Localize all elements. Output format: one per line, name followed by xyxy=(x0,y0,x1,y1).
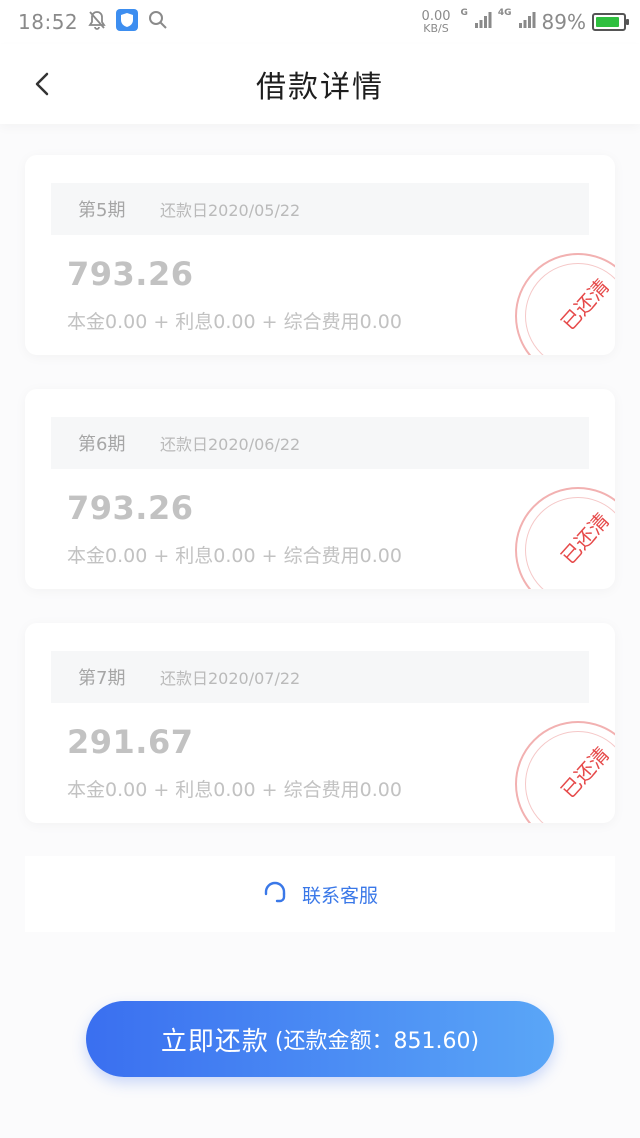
chevron-left-icon xyxy=(35,72,49,96)
period-bar: 第7期 还款日2020/07/22 xyxy=(51,651,589,703)
installment-card[interactable]: 第5期 还款日2020/05/22 793.26 本金0.00 + 利息0.00… xyxy=(25,155,615,355)
due-date: 还款日2020/07/22 xyxy=(160,669,301,688)
status-bar: 18:52 0.00 KB/S G 4G 89% xyxy=(0,0,640,44)
paid-stamp: 已还清 xyxy=(515,487,615,589)
amount-breakdown: 本金0.00 + 利息0.00 + 综合费用0.00 xyxy=(67,545,402,567)
due-date: 还款日2020/05/22 xyxy=(160,201,301,220)
installment-card[interactable]: 第7期 还款日2020/07/22 291.67 本金0.00 + 利息0.00… xyxy=(25,623,615,823)
repay-amount-text: (还款金额：851.60) xyxy=(274,1029,480,1054)
paid-stamp: 已还清 xyxy=(515,253,615,355)
contact-support-button[interactable]: 联系客服 xyxy=(25,856,615,932)
loan-detail-page: 18:52 0.00 KB/S G 4G 89% 借款详情 第5期 还款日202… xyxy=(0,0,640,1138)
signal-icon xyxy=(518,10,536,34)
battery-percent: 89% xyxy=(541,10,586,34)
due-date: 还款日2020/06/22 xyxy=(160,435,301,454)
mute-bell-icon xyxy=(88,10,106,35)
contact-support-label: 联系客服 xyxy=(301,884,378,907)
repay-now-label: 立即还款 xyxy=(160,1026,269,1057)
amount-breakdown: 本金0.00 + 利息0.00 + 综合费用0.00 xyxy=(67,779,402,801)
repay-now-button[interactable]: 立即还款 (还款金额：851.60) xyxy=(86,1001,554,1077)
installment-card[interactable]: 第6期 还款日2020/06/22 793.26 本金0.00 + 利息0.00… xyxy=(25,389,615,589)
paid-stamp: 已还清 xyxy=(515,721,615,823)
amount-breakdown: 本金0.00 + 利息0.00 + 综合费用0.00 xyxy=(67,311,402,333)
network-type-2: 4G xyxy=(497,8,512,18)
battery-icon xyxy=(592,13,629,31)
period-bar: 第5期 还款日2020/05/22 xyxy=(51,183,589,235)
installment-amount: 291.67 xyxy=(67,723,194,761)
installment-amount: 793.26 xyxy=(67,489,194,527)
installment-amount: 793.26 xyxy=(67,255,194,293)
signal-icon xyxy=(474,10,492,34)
search-icon xyxy=(148,10,168,35)
network-speed: 0.00 KB/S xyxy=(421,9,451,35)
period-label: 第5期 xyxy=(78,200,126,221)
shield-app-icon xyxy=(116,8,139,36)
period-label: 第7期 xyxy=(78,668,126,689)
battery-level xyxy=(596,17,620,27)
period-bar: 第6期 还款日2020/06/22 xyxy=(51,417,589,469)
page-title: 借款详情 xyxy=(256,70,384,105)
back-button[interactable] xyxy=(24,66,60,102)
status-time: 18:52 xyxy=(18,10,79,34)
headset-icon xyxy=(262,879,288,909)
nav-header: 借款详情 xyxy=(0,44,640,124)
network-type-1: G xyxy=(460,8,468,18)
period-label: 第6期 xyxy=(78,434,126,455)
